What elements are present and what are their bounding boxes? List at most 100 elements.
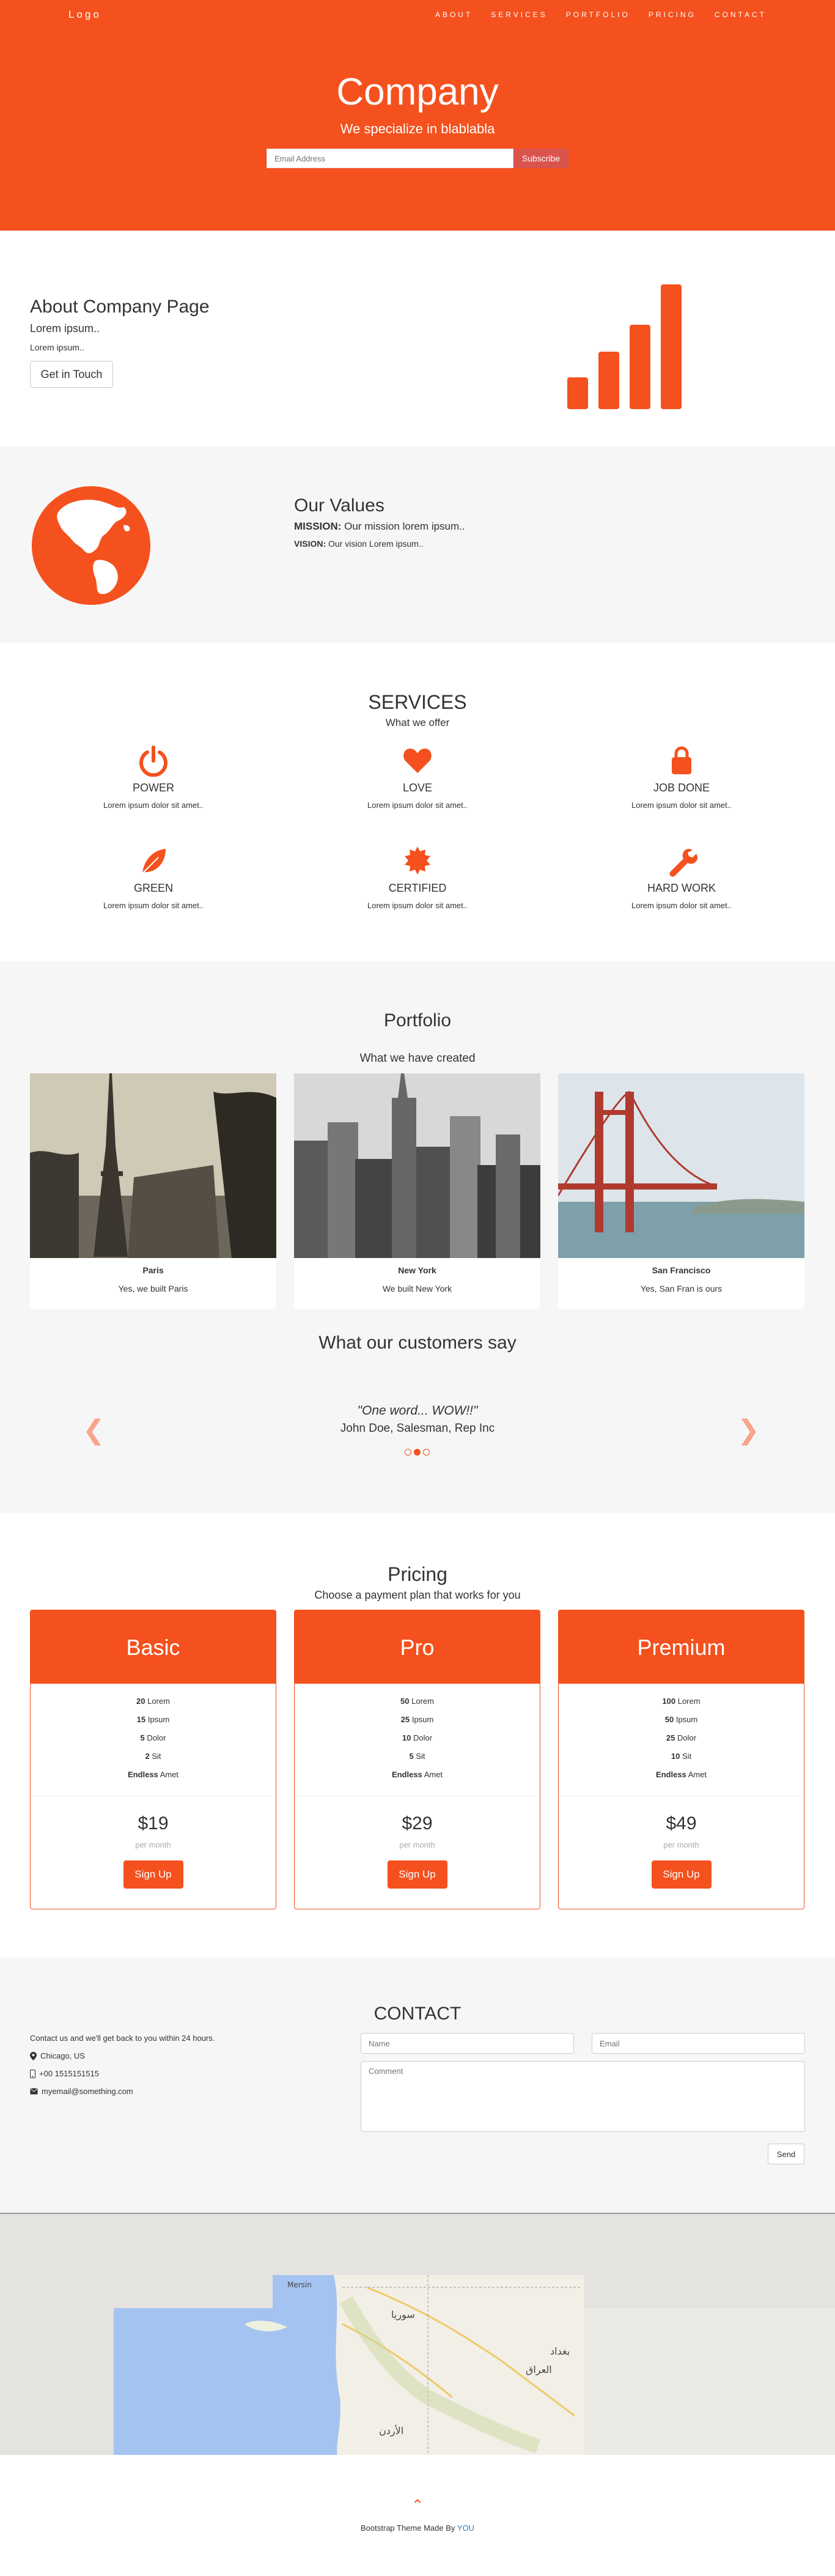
testimonials-title: What our customers say	[318, 1333, 517, 1353]
plan-period: per month	[663, 1840, 699, 1849]
chevron-up-icon[interactable]: ⌃	[0, 2496, 835, 2514]
service-item: JOB DONE Lorem ipsum dolor sit amet..	[590, 745, 773, 810]
globe-icon	[32, 486, 150, 605]
plan-price: $49	[666, 1813, 697, 1834]
plan-feature: Endless Amet	[655, 1770, 707, 1779]
signal-icon	[567, 284, 682, 409]
service-text: Lorem ipsum dolor sit amet..	[367, 901, 468, 910]
send-button[interactable]: Send	[768, 2144, 804, 2164]
plan-feature: 5 Dolor	[140, 1733, 166, 1742]
portfolio-card[interactable]: San Francisco Yes, San Fran is ours	[558, 1073, 804, 1309]
subscribe-button[interactable]: Subscribe	[513, 149, 568, 168]
testimonial-author: John Doe, Salesman, Rep Inc	[340, 1422, 495, 1435]
mission-statement: MISSION: Our mission lorem ipsum..	[294, 520, 465, 533]
service-text: Lorem ipsum dolor sit amet..	[631, 901, 732, 910]
portfolio-section: Portfolio What we have created Paris Yes…	[0, 961, 835, 1513]
service-title: CERTIFIED	[388, 882, 447, 894]
name-field[interactable]	[361, 2033, 574, 2054]
plan-feature: Endless Amet	[391, 1770, 443, 1779]
jumbotron: Company We specialize in blablabla Subsc…	[0, 31, 835, 231]
footer: ⌃ Bootstrap Theme Made By YOU	[0, 2455, 835, 2576]
portfolio-city: Paris	[142, 1265, 164, 1275]
contact-phone: +00 1515151515	[30, 2069, 215, 2078]
carousel-indicators	[405, 1449, 430, 1456]
service-item: POWER Lorem ipsum dolor sit amet..	[62, 745, 245, 810]
carousel-dot[interactable]	[405, 1449, 411, 1456]
portfolio-caption: We built New York	[382, 1284, 452, 1294]
contact-title: CONTACT	[373, 2004, 462, 2024]
about-text: Lorem ipsum..	[30, 342, 84, 352]
sign-up-button[interactable]: Sign Up	[123, 1860, 183, 1889]
nav-link-pricing[interactable]: PRICING	[649, 10, 696, 19]
get-in-touch-button[interactable]: Get in Touch	[30, 361, 113, 388]
service-title: JOB DONE	[653, 782, 710, 794]
about-section: About Company Page Lorem ipsum.. Lorem i…	[0, 231, 835, 446]
carousel-dot[interactable]	[423, 1449, 430, 1456]
plan-features: 50 Lorem 25 Ipsum 10 Dolor 5 Sit Endless…	[295, 1684, 540, 1796]
map[interactable]: Mersin سوريا العراق بغداد الأردن	[0, 2213, 835, 2455]
mission-label: MISSION:	[294, 520, 342, 532]
plan-period: per month	[399, 1840, 435, 1849]
company-tagline: We specialize in blablabla	[340, 121, 495, 136]
plan-footer: $29 per month Sign Up	[295, 1796, 540, 1889]
san-francisco-image	[558, 1073, 804, 1258]
plan-name: Basic	[31, 1610, 276, 1684]
pricing-plan: Basic 20 Lorem 15 Ipsum 5 Dolor 2 Sit En…	[30, 1610, 276, 1909]
service-item: CERTIFIED Lorem ipsum dolor sit amet..	[326, 845, 509, 910]
brand-logo[interactable]: Logo	[68, 9, 101, 21]
comment-field[interactable]	[361, 2061, 805, 2132]
plan-name: Premium	[559, 1610, 804, 1684]
service-item: GREEN Lorem ipsum dolor sit amet..	[62, 845, 245, 910]
vision-label: VISION:	[294, 539, 326, 549]
services-title: SERVICES	[368, 691, 467, 713]
nav-link-contact[interactable]: CONTACT	[715, 10, 767, 19]
mission-text: Our mission lorem ipsum..	[341, 520, 465, 532]
sign-up-button[interactable]: Sign Up	[387, 1860, 447, 1889]
portfolio-title: Portfolio	[383, 1010, 452, 1031]
certificate-icon	[405, 846, 430, 875]
plan-features: 20 Lorem 15 Ipsum 5 Dolor 2 Sit Endless …	[31, 1684, 276, 1796]
plan-feature: Endless Amet	[127, 1770, 179, 1779]
leaf-icon	[142, 849, 166, 874]
portfolio-card[interactable]: New York We built New York	[294, 1073, 540, 1309]
map-label: العراق	[526, 2364, 552, 2376]
phone-icon	[30, 2069, 35, 2078]
wrench-icon	[669, 849, 697, 877]
footer-link[interactable]: YOU	[457, 2523, 474, 2533]
plan-footer: $19 per month Sign Up	[31, 1796, 276, 1889]
portfolio-card[interactable]: Paris Yes, we built Paris	[30, 1073, 276, 1309]
about-title: About Company Page	[30, 297, 210, 317]
contact-intro: Contact us and we'll get back to you wit…	[30, 2034, 215, 2043]
services-subtitle: What we offer	[385, 717, 450, 728]
plan-feature: 15 Ipsum	[136, 1715, 170, 1724]
values-section: Our Values MISSION: Our mission lorem ip…	[0, 446, 835, 643]
map-label: سوريا	[391, 2309, 415, 2321]
nav-link-portfolio[interactable]: PORTFOLIO	[566, 10, 630, 19]
power-icon	[139, 746, 167, 777]
email-input[interactable]	[267, 149, 513, 168]
contact-email: myemail@something.com	[30, 2087, 215, 2096]
carousel-dot[interactable]	[414, 1449, 421, 1456]
nav-link-services[interactable]: SERVICES	[491, 10, 547, 19]
service-item: LOVE Lorem ipsum dolor sit amet..	[326, 745, 509, 810]
email-field[interactable]	[592, 2033, 805, 2054]
portfolio-caption: Yes, we built Paris	[118, 1284, 188, 1294]
plan-period: per month	[135, 1840, 171, 1849]
sign-up-button[interactable]: Sign Up	[651, 1860, 712, 1889]
service-text: Lorem ipsum dolor sit amet..	[103, 801, 204, 810]
service-text: Lorem ipsum dolor sit amet..	[103, 901, 204, 910]
pricing-subtitle: Choose a payment plan that works for you	[314, 1589, 521, 1601]
nav-link-about[interactable]: ABOUT	[435, 10, 473, 19]
contact-location: Chicago, US	[30, 2051, 215, 2060]
plan-feature: 10 Dolor	[402, 1733, 433, 1742]
plan-name: Pro	[295, 1610, 540, 1684]
vision-text: Our vision Lorem ipsum..	[326, 539, 424, 549]
service-title: LOVE	[402, 782, 433, 794]
plan-feature: 20 Lorem	[136, 1697, 170, 1706]
pricing-plan: Premium 100 Lorem 50 Ipsum 25 Dolor 10 S…	[558, 1610, 804, 1909]
service-text: Lorem ipsum dolor sit amet..	[367, 801, 468, 810]
footer-text: Bootstrap Theme Made By YOU	[361, 2523, 474, 2533]
nav-links: ABOUT SERVICES PORTFOLIO PRICING CONTACT	[417, 10, 767, 19]
map-label: بغداد	[550, 2345, 570, 2357]
new-york-image	[294, 1073, 540, 1258]
